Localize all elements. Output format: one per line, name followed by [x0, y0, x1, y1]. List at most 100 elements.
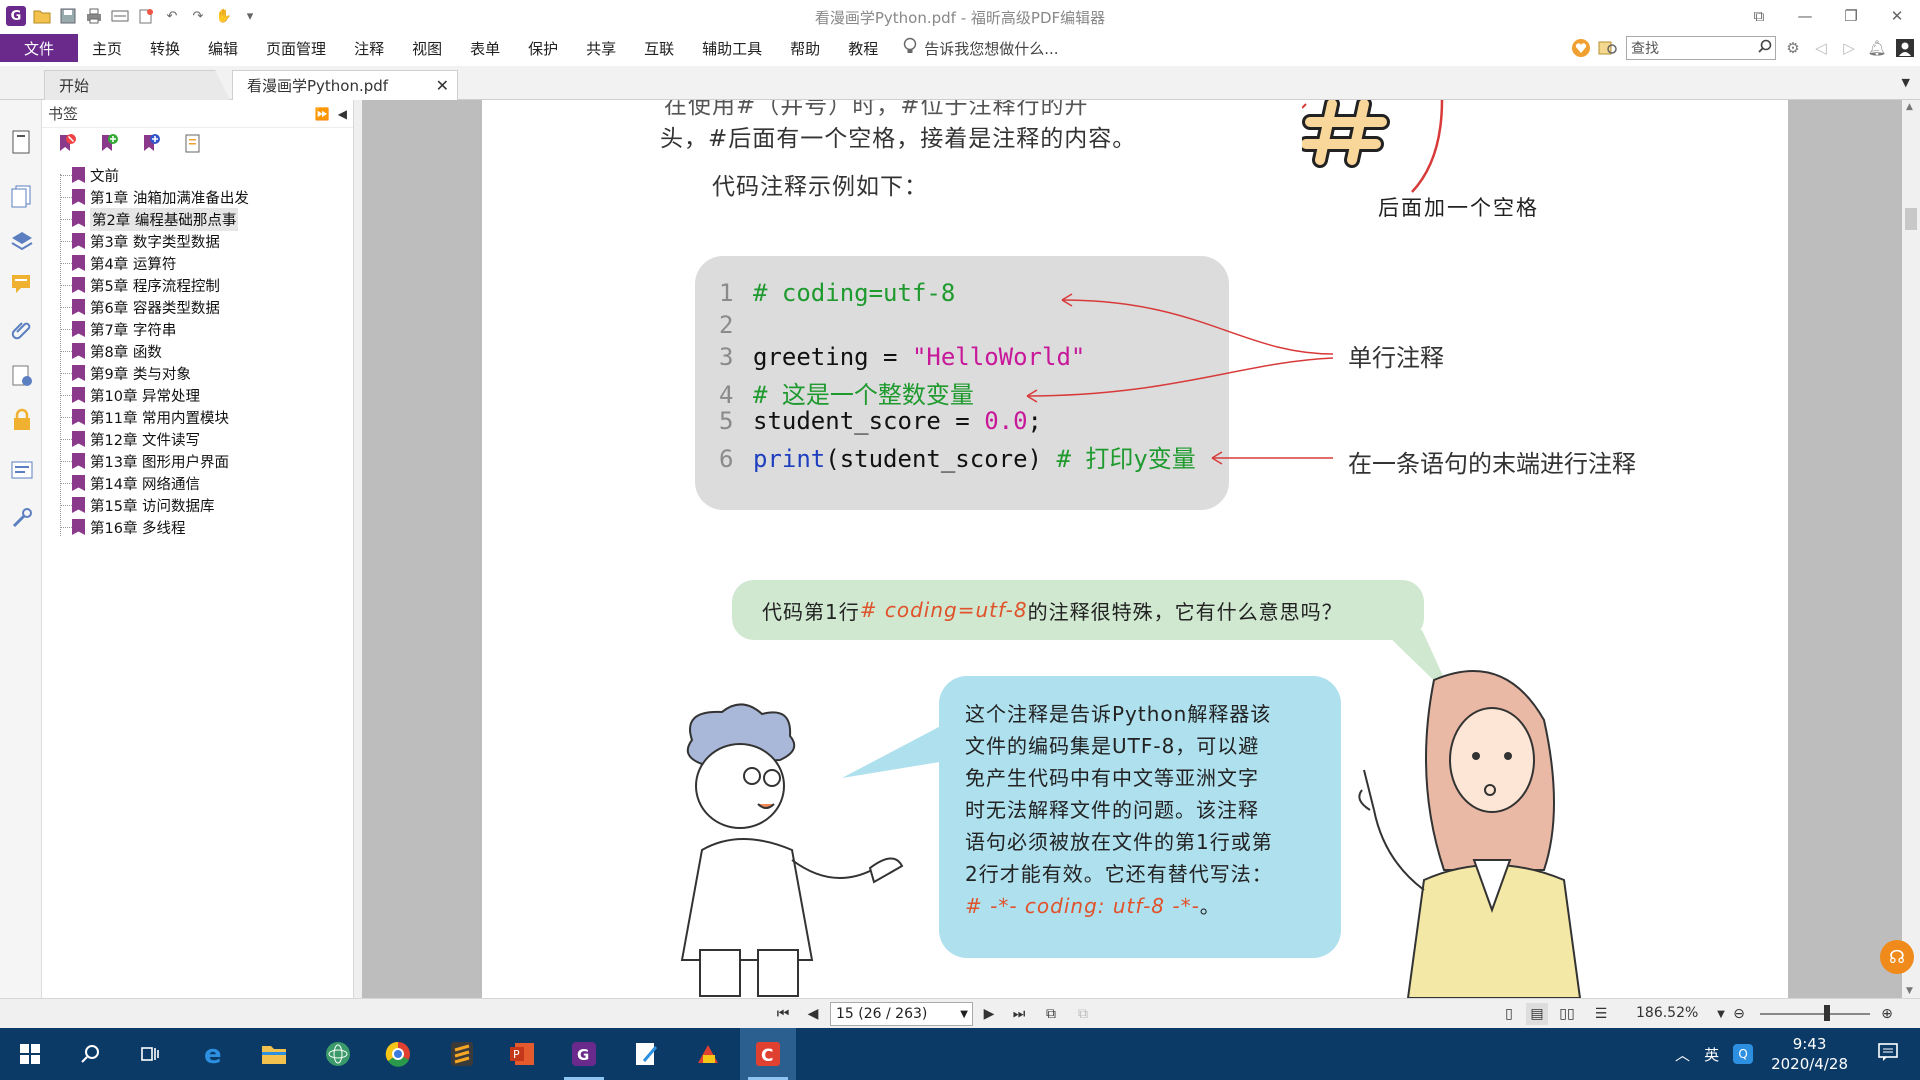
undo-icon[interactable]: ↶: [162, 6, 182, 26]
bookmark-item[interactable]: 第7章 字符串: [56, 318, 353, 340]
settings-gear-icon[interactable]: ⚙: [1782, 37, 1804, 59]
bookmark-item[interactable]: 第12章 文件读写: [56, 428, 353, 450]
zoom-in-icon[interactable]: ⊕: [1876, 1003, 1898, 1025]
delete-bookmark-icon[interactable]: [56, 132, 78, 154]
tab-document[interactable]: 看漫画学Python.pdf ✕: [232, 70, 458, 100]
bookmark-item[interactable]: 第3章 数字类型数据: [56, 230, 353, 252]
heart-icon[interactable]: [1570, 37, 1592, 59]
security-lock-icon[interactable]: [8, 406, 36, 434]
menu-accessibility[interactable]: 辅助工具: [688, 34, 776, 62]
form-fields-icon[interactable]: [8, 456, 36, 484]
camtasia-recorder-icon[interactable]: C: [740, 1028, 796, 1080]
clock[interactable]: 9:43 2020/4/28: [1771, 1034, 1848, 1074]
menu-share[interactable]: 共享: [572, 34, 630, 62]
bookmark-item[interactable]: 第1章 油箱加满准备出发: [56, 186, 353, 208]
foxit-pdf-editor-icon[interactable]: G: [556, 1028, 612, 1080]
first-page-icon[interactable]: ⏮: [772, 1003, 794, 1025]
new-document-icon[interactable]: [136, 6, 156, 26]
ribbon-display-icon[interactable]: ⧉: [1736, 0, 1782, 32]
qq-tray-icon[interactable]: Q: [1733, 1044, 1754, 1064]
menu-connect[interactable]: 互联: [630, 34, 688, 62]
menu-comment[interactable]: 注释: [340, 34, 398, 62]
bookmark-item[interactable]: 第13章 图形用户界面: [56, 450, 353, 472]
signature-icon[interactable]: [8, 362, 36, 390]
customize-toolbar-icon[interactable]: ▾: [240, 6, 260, 26]
bookmark-item[interactable]: 第14章 网络通信: [56, 472, 353, 494]
notepad-icon[interactable]: [618, 1028, 674, 1080]
menu-home[interactable]: 主页: [78, 34, 136, 62]
redo-icon[interactable]: ↷: [188, 6, 208, 26]
app-logo-icon[interactable]: G: [6, 6, 26, 26]
add-child-bookmark-icon[interactable]: [140, 132, 162, 154]
scroll-down-icon[interactable]: ▼: [1906, 986, 1913, 996]
continuous-view-icon[interactable]: ▤: [1526, 1003, 1548, 1025]
tab-list-dropdown-icon[interactable]: ▼: [1902, 76, 1910, 89]
scroll-up-icon[interactable]: ▲: [1906, 102, 1913, 112]
last-page-icon[interactable]: ⏭: [1008, 1003, 1030, 1025]
facing-view-icon[interactable]: ▯▯: [1556, 1003, 1578, 1025]
menu-protect[interactable]: 保护: [514, 34, 572, 62]
menu-edit[interactable]: 编辑: [194, 34, 252, 62]
user-account-icon[interactable]: [1894, 37, 1916, 59]
close-window-icon[interactable]: ✕: [1874, 0, 1920, 32]
bookmark-item[interactable]: 第8章 函数: [56, 340, 353, 362]
notification-bell-icon[interactable]: 🔔︎: [1866, 37, 1888, 59]
bookmark-item[interactable]: 第16章 多线程: [56, 516, 353, 538]
sublime-text-icon[interactable]: [434, 1028, 490, 1080]
menu-view[interactable]: 视图: [398, 34, 456, 62]
add-bookmark-icon[interactable]: [98, 132, 120, 154]
file-explorer-icon[interactable]: [246, 1028, 302, 1080]
minimize-icon[interactable]: —: [1782, 0, 1828, 32]
action-center-icon[interactable]: [1878, 1043, 1898, 1065]
atom-app-icon[interactable]: [310, 1028, 366, 1080]
panel-splitter[interactable]: [354, 100, 362, 998]
bookmark-item[interactable]: 第10章 异常处理: [56, 384, 353, 406]
comments-icon[interactable]: [8, 270, 36, 298]
page-dropdown-icon[interactable]: ▼: [960, 1009, 968, 1020]
zoom-out-icon[interactable]: ⊖: [1728, 1003, 1750, 1025]
drawing-app-icon[interactable]: [680, 1028, 736, 1080]
forward-icon[interactable]: ▷: [1838, 37, 1860, 59]
search-input[interactable]: 查找: [1626, 36, 1776, 60]
next-view-icon[interactable]: ⧉: [1072, 1003, 1094, 1025]
page-number-input[interactable]: 15 (26 / 263) ▼: [830, 1002, 973, 1026]
previous-view-icon[interactable]: ⧉: [1040, 1003, 1062, 1025]
search-taskbar-icon[interactable]: [62, 1028, 118, 1080]
edge-browser-icon[interactable]: e: [186, 1028, 242, 1080]
zoom-level[interactable]: 186.52%: [1636, 1005, 1698, 1021]
bookmark-item[interactable]: 第9章 类与对象: [56, 362, 353, 384]
menu-convert[interactable]: 转换: [136, 34, 194, 62]
scrollbar-thumb[interactable]: [1905, 208, 1917, 230]
bookmark-item[interactable]: 第4章 运算符: [56, 252, 353, 274]
start-windows-icon[interactable]: [2, 1028, 58, 1080]
bookmark-item[interactable]: 文前: [56, 164, 353, 186]
bookmark-item[interactable]: 第2章 编程基础那点事: [56, 207, 353, 231]
menu-page-management[interactable]: 页面管理: [252, 34, 340, 62]
tell-me-box[interactable]: 告诉我您想做什么...: [902, 37, 1059, 59]
task-view-icon[interactable]: [122, 1028, 178, 1080]
single-page-view-icon[interactable]: ▯: [1498, 1003, 1520, 1025]
collapse-panel-icon[interactable]: ◀: [338, 107, 347, 121]
hand-tool-icon[interactable]: ✋: [214, 6, 234, 26]
back-icon[interactable]: ◁: [1810, 37, 1832, 59]
tab-start[interactable]: 开始: [44, 70, 230, 100]
restore-icon[interactable]: ❐: [1828, 0, 1874, 32]
input-method-indicator[interactable]: 英: [1704, 1044, 1719, 1065]
previous-page-icon[interactable]: ◀: [802, 1003, 824, 1025]
menu-tutorial[interactable]: 教程: [834, 34, 892, 62]
bookmark-properties-icon[interactable]: [182, 132, 204, 154]
bookmark-item[interactable]: 第5章 程序流程控制: [56, 274, 353, 296]
zoom-slider[interactable]: [1760, 1013, 1870, 1015]
menu-file[interactable]: 文件: [0, 34, 78, 62]
tools-wrench-icon[interactable]: [8, 504, 36, 532]
chrome-browser-icon[interactable]: [370, 1028, 426, 1080]
zoom-slider-handle[interactable]: [1824, 1005, 1830, 1021]
next-page-icon[interactable]: ▶: [978, 1003, 1000, 1025]
print-icon[interactable]: [84, 6, 104, 26]
vertical-scrollbar[interactable]: ▲ ▼ ☊: [1880, 100, 1920, 998]
menu-form[interactable]: 表单: [456, 34, 514, 62]
attachment-icon[interactable]: [8, 316, 36, 344]
assistant-headset-icon[interactable]: ☊: [1880, 940, 1914, 974]
bookmark-item[interactable]: 第6章 容器类型数据: [56, 296, 353, 318]
close-tab-icon[interactable]: ✕: [436, 76, 449, 95]
